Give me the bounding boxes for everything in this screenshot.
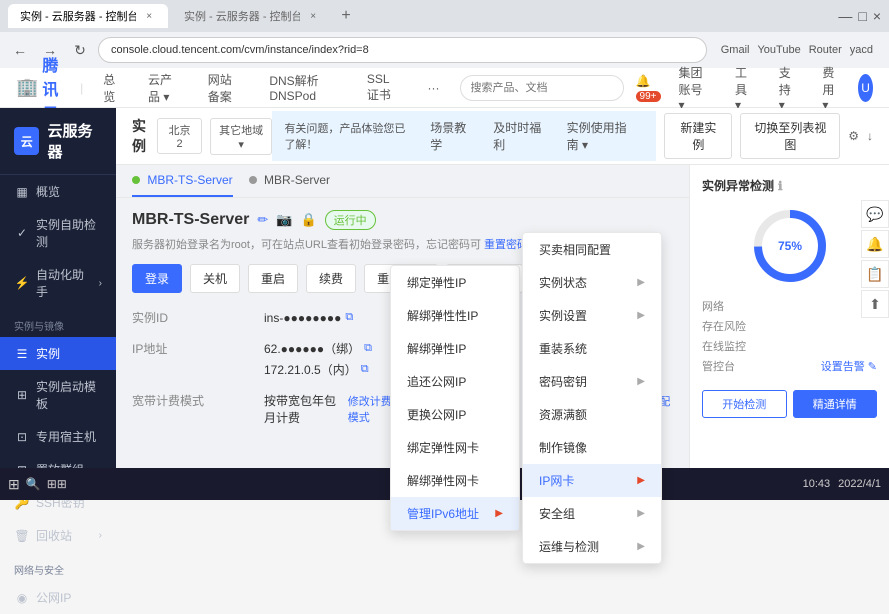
more-actions-dropdown: 绑定弹性IP 解绑弹性性IP 解绑弹性IP 追还公网IP 更换公网IP 绑定弹性… [390, 265, 520, 531]
sidebar-item-recycle[interactable]: 🗑 回收站 › [0, 519, 116, 552]
instance-settings-arrow-icon: ▶ [637, 310, 645, 321]
instance-status-arrow-icon: ▶ [637, 277, 645, 288]
submenu-item-make-image[interactable]: 制作镜像 [523, 431, 661, 464]
submenu-item-password-key[interactable]: 密码密钥 ▶ [523, 365, 661, 398]
make-image-label: 制作镜像 [539, 439, 587, 456]
password-key-arrow-icon: ▶ [637, 376, 645, 387]
dropdown-item-unbind-nic[interactable]: 解绑弹性网卡 [391, 464, 519, 497]
dropdown-overlay: 绑定弹性IP 解绑弹性性IP 解绑弹性IP 追还公网IP 更换公网IP 绑定弹性… [0, 0, 889, 500]
return-public-ip-label: 追还公网IP [407, 373, 466, 390]
dropdown-item-bind-nic[interactable]: 绑定弹性网卡 [391, 431, 519, 464]
bind-nic-label: 绑定弹性网卡 [407, 439, 479, 456]
ip-nic-arrow-icon: ▶ [637, 475, 645, 486]
submenu-item-reinstall[interactable]: 重装系统 [523, 332, 661, 365]
submenu-item-instance-settings[interactable]: 实例设置 ▶ [523, 299, 661, 332]
reinstall-label: 重装系统 [539, 340, 587, 357]
recycle-icon: 🗑 [14, 528, 30, 544]
unbind-nic-label: 解绑弹性网卡 [407, 472, 479, 489]
submenu-item-ip-nic[interactable]: IP网卡 ▶ [523, 464, 661, 497]
ip-nic-label: IP网卡 [539, 472, 574, 489]
submenu-item-same-config[interactable]: 买卖相同配置 [523, 233, 661, 266]
sidebar-recycle-label: 回收站 [36, 527, 72, 544]
instance-settings-label: 实例设置 [539, 307, 587, 324]
sidebar-section-network: 网络与安全 [0, 552, 116, 581]
submenu-item-resource-full[interactable]: 资源满额 [523, 398, 661, 431]
dropdown-item-bind-elastic-ip[interactable]: 绑定弹性IP [391, 266, 519, 299]
instance-status-label: 实例状态 [539, 274, 587, 291]
recycle-arrow-icon: › [99, 530, 102, 541]
dropdown-item-return-public-ip[interactable]: 追还公网IP [391, 365, 519, 398]
password-key-label: 密码密钥 [539, 373, 587, 390]
unbind-elastic-ip-label: 解绑弹性IP [407, 340, 466, 357]
bind-elastic-ip-label: 绑定弹性IP [407, 274, 466, 291]
change-public-ip-label: 更换公网IP [407, 406, 466, 423]
unbind-elastic-ip-2-label: 解绑弹性性IP [407, 307, 478, 324]
dropdown-item-unbind-elastic-ip-2[interactable]: 解绑弹性性IP [391, 299, 519, 332]
dropdown-item-change-public-ip[interactable]: 更换公网IP [391, 398, 519, 431]
same-config-label: 买卖相同配置 [539, 241, 611, 258]
dropdown-item-unbind-elastic-ip[interactable]: 解绑弹性IP [391, 332, 519, 365]
submenu-item-instance-status[interactable]: 实例状态 ▶ [523, 266, 661, 299]
sidebar-item-public-ip[interactable]: ◉ 公网IP [0, 581, 116, 614]
public-ip-icon: ◉ [14, 590, 30, 606]
resource-full-label: 资源满额 [539, 406, 587, 423]
sidebar-public-ip-label: 公网IP [36, 589, 71, 606]
